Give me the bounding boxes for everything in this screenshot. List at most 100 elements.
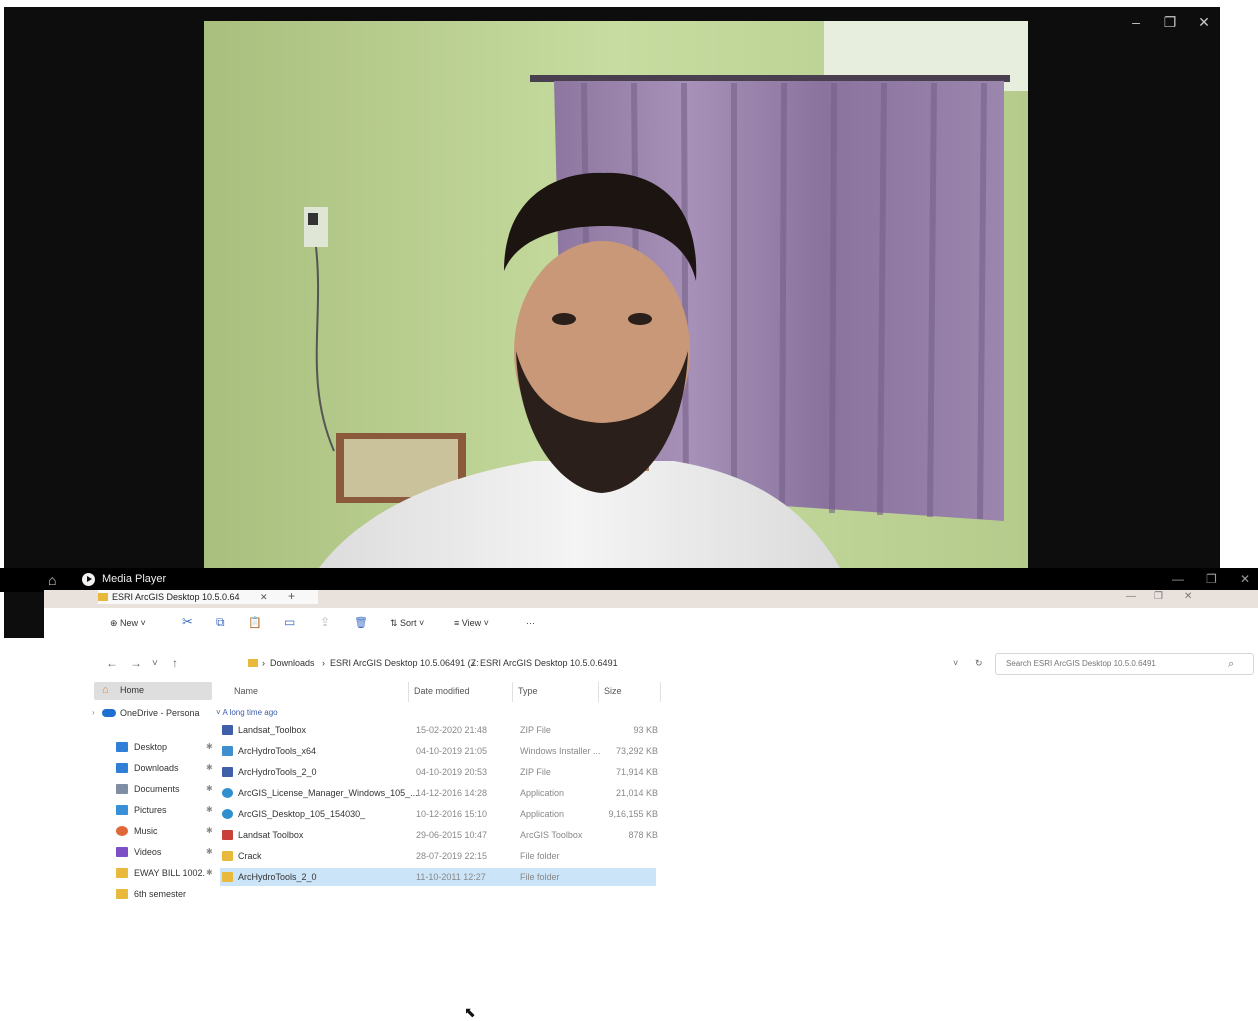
sidebar-item-documents[interactable]: Documents ✱ <box>94 780 216 798</box>
file-list: Name Date modified Type Size ˅ A long ti… <box>214 682 1258 1020</box>
pin-icon[interactable]: ✱ <box>206 822 213 840</box>
video-maximize-button[interactable]: ❐ <box>1158 13 1182 31</box>
breadcrumb-esri-folder[interactable]: ESRI ArcGIS Desktop 10.5.0.6491 <box>480 653 618 673</box>
folder-icon <box>248 659 258 667</box>
video-display[interactable]: – ❐ ✕ <box>4 7 1220 638</box>
sidebar-item-6th-semester[interactable]: 6th semester <box>94 885 216 903</box>
folder-icon <box>222 872 233 882</box>
address-bar[interactable]: › Downloads › ESRI ArcGIS Desktop 10.5.0… <box>248 653 988 673</box>
command-bar: ⊕ New ˅ ✂ ⧉ 📋 ▭ ⇪ 🗑 ⇅ Sort ˅ ≡ View ˅ ··… <box>98 610 1198 638</box>
column-header-type[interactable]: Type <box>518 686 538 696</box>
pin-icon[interactable]: ✱ <box>206 759 213 777</box>
breadcrumb-esri-drive[interactable]: ESRI ArcGIS Desktop 10.5.06491 (Z: <box>330 653 479 673</box>
explorer-maximize-button[interactable]: ❐ <box>1154 591 1163 602</box>
file-date: 14-12-2016 14:28 <box>416 788 488 798</box>
column-header-name[interactable]: Name <box>234 686 258 696</box>
video-icon <box>116 847 128 857</box>
refresh-icon[interactable]: ↻ <box>975 653 983 673</box>
column-header-date[interactable]: Date modified <box>414 686 470 696</box>
column-separator[interactable] <box>598 682 599 702</box>
file-size: 73,292 KB <box>615 746 658 756</box>
sidebar-item-label: 6th semester <box>134 889 187 899</box>
desktop-icon <box>116 742 128 752</box>
new-button[interactable]: ⊕ New ˅ <box>110 618 146 629</box>
expand-chevron-icon[interactable]: › <box>92 704 95 722</box>
music-icon <box>116 826 128 836</box>
delete-icon[interactable]: 🗑 <box>354 616 368 629</box>
sidebar-item-pictures[interactable]: Pictures ✱ <box>94 801 216 819</box>
sidebar-item-videos[interactable]: Videos ✱ <box>94 843 216 861</box>
table-row[interactable]: Landsat Toolbox 29-06-2015 10:47 ArcGIS To… <box>220 826 658 844</box>
recent-locations-button[interactable]: ˅ <box>152 658 158 669</box>
sort-button[interactable]: ⇅ Sort ˅ <box>390 618 424 629</box>
table-row[interactable]: ArcHydroTools_x64 04-10-2019 21:05 Windows… <box>220 742 658 760</box>
file-date: 10-12-2016 15:10 <box>416 809 488 819</box>
file-date: 04-10-2019 21:05 <box>416 746 488 756</box>
column-separator[interactable] <box>408 682 409 702</box>
home-icon[interactable]: ⌂ <box>48 572 56 588</box>
group-header-long-ago[interactable]: ˅ A long time ago <box>216 708 278 717</box>
pin-icon[interactable]: ✱ <box>206 864 213 882</box>
more-options-button[interactable]: ··· <box>526 618 535 628</box>
breadcrumb-downloads[interactable]: Downloads <box>270 653 315 673</box>
sidebar-item-desktop[interactable]: Desktop ✱ <box>94 738 216 756</box>
media-player-title-bar: ⌂ Media Player — ❐ ✕ <box>0 568 1258 592</box>
sidebar-item-eway-bill-1002[interactable]: EWAY BILL 1002. ✱ <box>94 864 216 882</box>
mp-minimize-button[interactable]: — <box>1172 572 1184 586</box>
file-type: File folder <box>520 872 560 882</box>
table-row[interactable]: Landsat_Toolbox 15-02-2020 21:48 ZIP File 9… <box>220 721 658 739</box>
cut-icon[interactable]: ✂ <box>182 614 193 630</box>
arcgis-icon <box>222 809 233 819</box>
sidebar-item-music[interactable]: Music ✱ <box>94 822 216 840</box>
back-button[interactable]: ← <box>106 656 118 670</box>
column-separator[interactable] <box>512 682 513 702</box>
breadcrumb-separator: › <box>262 658 265 668</box>
sidebar-item-label: Documents <box>134 784 180 794</box>
table-row[interactable]: ArcGIS_Desktop_105_154030_ 10-12-2016 15:… <box>220 805 658 823</box>
arcgis-icon <box>222 788 233 798</box>
mp-maximize-button[interactable]: ❐ <box>1206 572 1217 586</box>
sidebar-item-label: Downloads <box>134 763 179 773</box>
sidebar-item-downloads[interactable]: Downloads ✱ <box>94 759 216 777</box>
folder-icon <box>222 851 233 861</box>
new-tab-button[interactable]: + <box>288 589 295 603</box>
file-type: Windows Installer ... <box>520 746 601 756</box>
share-icon[interactable]: ⇪ <box>320 615 330 629</box>
tab-close-icon[interactable]: ✕ <box>260 590 268 604</box>
copy-icon[interactable]: ⧉ <box>216 615 225 630</box>
table-row[interactable]: ArcGIS_License_Manager_Windows_105_... 14… <box>220 784 658 802</box>
forward-button[interactable]: → <box>130 656 142 670</box>
video-scene-image <box>204 21 1028 575</box>
up-button[interactable]: ↑ <box>172 656 178 670</box>
pin-icon[interactable]: ✱ <box>206 843 213 861</box>
sidebar-item-label: Music <box>134 826 158 836</box>
paste-icon[interactable]: 📋 <box>248 616 262 629</box>
pin-icon[interactable]: ✱ <box>206 801 213 819</box>
search-input[interactable] <box>1006 656 1216 671</box>
search-icon[interactable]: ⌕ <box>1228 654 1234 674</box>
video-minimize-button[interactable]: – <box>1124 13 1148 31</box>
column-header-size[interactable]: Size <box>604 686 622 696</box>
address-dropdown-icon[interactable]: ˅ <box>953 653 958 673</box>
column-separator[interactable] <box>660 682 661 702</box>
onedrive-cloud-icon <box>102 709 116 717</box>
view-button[interactable]: ≡ View ˅ <box>454 618 489 628</box>
file-date: 04-10-2019 20:53 <box>416 767 488 777</box>
folder-icon <box>116 889 128 899</box>
navigation-pane: ⌂ Home › OneDrive - Persona Desktop ✱ Down… <box>44 682 214 932</box>
pin-icon[interactable]: ✱ <box>206 738 213 756</box>
video-close-button[interactable]: ✕ <box>1192 13 1216 31</box>
breadcrumb-separator: › <box>322 658 325 668</box>
tab-esri-arcgis[interactable]: ESRI ArcGIS Desktop 10.5.0.64 ✕ <box>98 590 318 604</box>
table-row[interactable]: ArcHydroTools_2_0 04-10-2019 20:53 ZIP Fil… <box>220 763 658 781</box>
explorer-close-button[interactable]: ✕ <box>1184 591 1192 602</box>
nav-item-home[interactable]: ⌂ Home <box>94 682 212 700</box>
table-row[interactable]: ArcHydroTools_2_0 11-10-2011 12:27 File fo… <box>220 868 656 886</box>
nav-item-onedrive[interactable]: › OneDrive - Persona <box>92 704 214 722</box>
mp-close-button[interactable]: ✕ <box>1240 572 1250 586</box>
pin-icon[interactable]: ✱ <box>206 780 213 798</box>
rename-icon[interactable]: ▭ <box>284 615 295 629</box>
explorer-minimize-button[interactable]: — <box>1126 591 1136 602</box>
table-row[interactable]: Crack 28-07-2019 22:15 File folder <box>220 847 656 865</box>
tab-strip: ESRI ArcGIS Desktop 10.5.0.64 ✕ + — ❐ ✕ <box>44 589 1258 608</box>
